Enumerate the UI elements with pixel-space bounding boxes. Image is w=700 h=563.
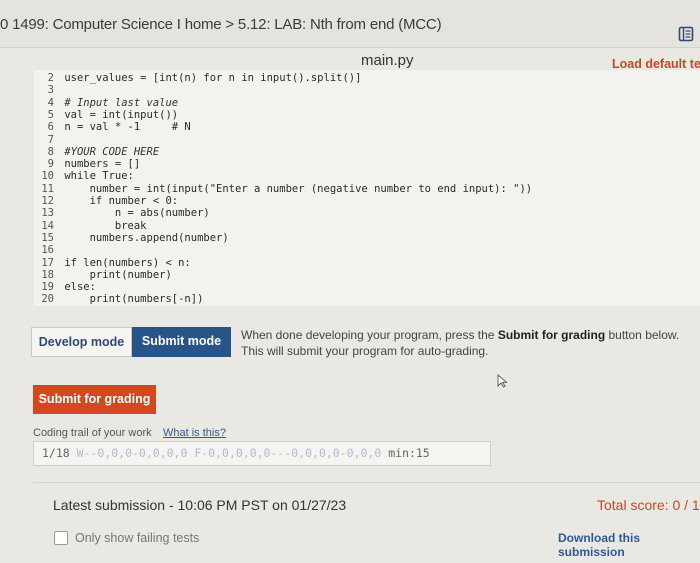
code-line[interactable]: 17 if len(numbers) < n: (34, 256, 191, 269)
code-text: number = int(input("Enter a number (nega… (58, 182, 533, 195)
code-text: user_values = [int(n) for n in input().s… (58, 72, 362, 84)
line-number: 15 (41, 231, 54, 244)
code-text: # Input last value (58, 96, 179, 109)
code-text: print(numbers[-n]) (58, 293, 204, 306)
line-number: 10 (41, 170, 54, 183)
line-number: 6 (47, 121, 54, 134)
code-line[interactable]: 3 (34, 84, 58, 96)
only-failing-tests-label[interactable]: Only show failing tests (75, 531, 199, 545)
what-is-this-link[interactable]: What is this? (163, 427, 226, 439)
line-number: 12 (41, 195, 54, 207)
code-text: if number < 0: (58, 195, 179, 207)
line-number: 14 (41, 219, 54, 232)
code-line[interactable]: 12 if number < 0: (34, 195, 178, 207)
code-line[interactable]: 11 number = int(input("Enter a number (n… (34, 183, 532, 195)
line-number: 7 (47, 133, 54, 146)
code-line[interactable]: 8 #YOUR CODE HERE (34, 146, 159, 158)
code-text: val = int(input()) (58, 108, 179, 121)
code-text: break (58, 219, 147, 232)
coding-trail-sequence: W--0,0,0-0,0,0,0 F-0,0,0,0,0---0,0,0,0-0… (76, 446, 382, 460)
file-bar (0, 48, 700, 72)
code-editor[interactable]: 2 user_values = [int(n) for n in input()… (34, 70, 700, 306)
line-number: 2 (47, 72, 54, 84)
code-text: print(number) (58, 268, 172, 281)
code-line[interactable]: 16 (34, 244, 58, 256)
line-number: 3 (47, 84, 54, 97)
file-name: main.py (361, 52, 414, 69)
code-line[interactable]: 20 print(numbers[-n]) (34, 293, 203, 305)
code-line[interactable]: 2 user_values = [int(n) for n in input()… (34, 72, 362, 84)
line-number: 16 (41, 244, 54, 257)
coding-trail-box: 1/18 W--0,0,0-0,0,0,0 F-0,0,0,0,0---0,0,… (33, 441, 491, 466)
line-number: 5 (47, 108, 54, 121)
code-line[interactable]: 5 val = int(input()) (34, 109, 178, 121)
code-text: while True: (58, 170, 134, 183)
submit-mode-button[interactable]: Submit mode (132, 327, 231, 357)
coding-trail-label: Coding trail of your work (33, 427, 152, 439)
code-line[interactable]: 7 (34, 134, 58, 146)
code-line[interactable]: 19 else: (34, 281, 96, 293)
code-text: numbers = [] (58, 158, 141, 171)
line-number: 9 (47, 158, 54, 171)
latest-submission-text: Latest submission - 10:06 PM PST on 01/2… (53, 497, 347, 513)
breadcrumb[interactable]: 0 1499: Computer Science I home > 5.12: … (0, 16, 442, 33)
line-number: 11 (41, 182, 54, 195)
code-line[interactable]: 13 n = abs(number) (34, 207, 210, 220)
code-line[interactable]: 18 print(number) (34, 268, 172, 281)
load-default-template-link[interactable]: Load default templ (612, 57, 700, 71)
code-text: n = val * -1 # N (58, 121, 191, 134)
code-text: #YOUR CODE HERE (58, 145, 160, 158)
download-submission-link[interactable]: Download this submission (558, 531, 700, 559)
code-text: if len(numbers) < n: (58, 256, 191, 269)
code-line[interactable]: 10 while True: (34, 170, 134, 182)
line-number: 4 (47, 96, 54, 109)
line-number: 19 (41, 281, 54, 294)
code-line[interactable]: 6 n = val * -1 # N (34, 121, 191, 133)
divider (33, 482, 700, 483)
code-text: numbers.append(number) (58, 231, 229, 244)
line-number: 8 (47, 145, 54, 158)
book-icon[interactable] (678, 26, 694, 42)
line-number: 20 (41, 293, 54, 306)
code-line[interactable]: 4 # Input last value (34, 97, 178, 109)
top-bar: 0 1499: Computer Science I home > 5.12: … (0, 0, 700, 48)
mouse-cursor-icon (497, 374, 508, 388)
code-text: else: (58, 281, 96, 294)
line-number: 13 (41, 207, 54, 220)
submit-for-grading-button[interactable]: Submit for grading (33, 385, 156, 414)
code-line[interactable]: 9 numbers = [] (34, 158, 141, 171)
develop-mode-button[interactable]: Develop mode (31, 327, 132, 357)
code-line[interactable]: 14 break (34, 219, 147, 232)
total-score: Total score: 0 / 10 (597, 497, 700, 513)
code-line[interactable]: 15 numbers.append(number) (34, 231, 229, 244)
line-number: 17 (41, 256, 54, 269)
mode-description: When done developing your program, press… (241, 328, 680, 358)
line-number: 18 (41, 268, 54, 281)
only-failing-tests-checkbox[interactable] (54, 531, 68, 545)
code-text: n = abs(number) (58, 207, 210, 220)
